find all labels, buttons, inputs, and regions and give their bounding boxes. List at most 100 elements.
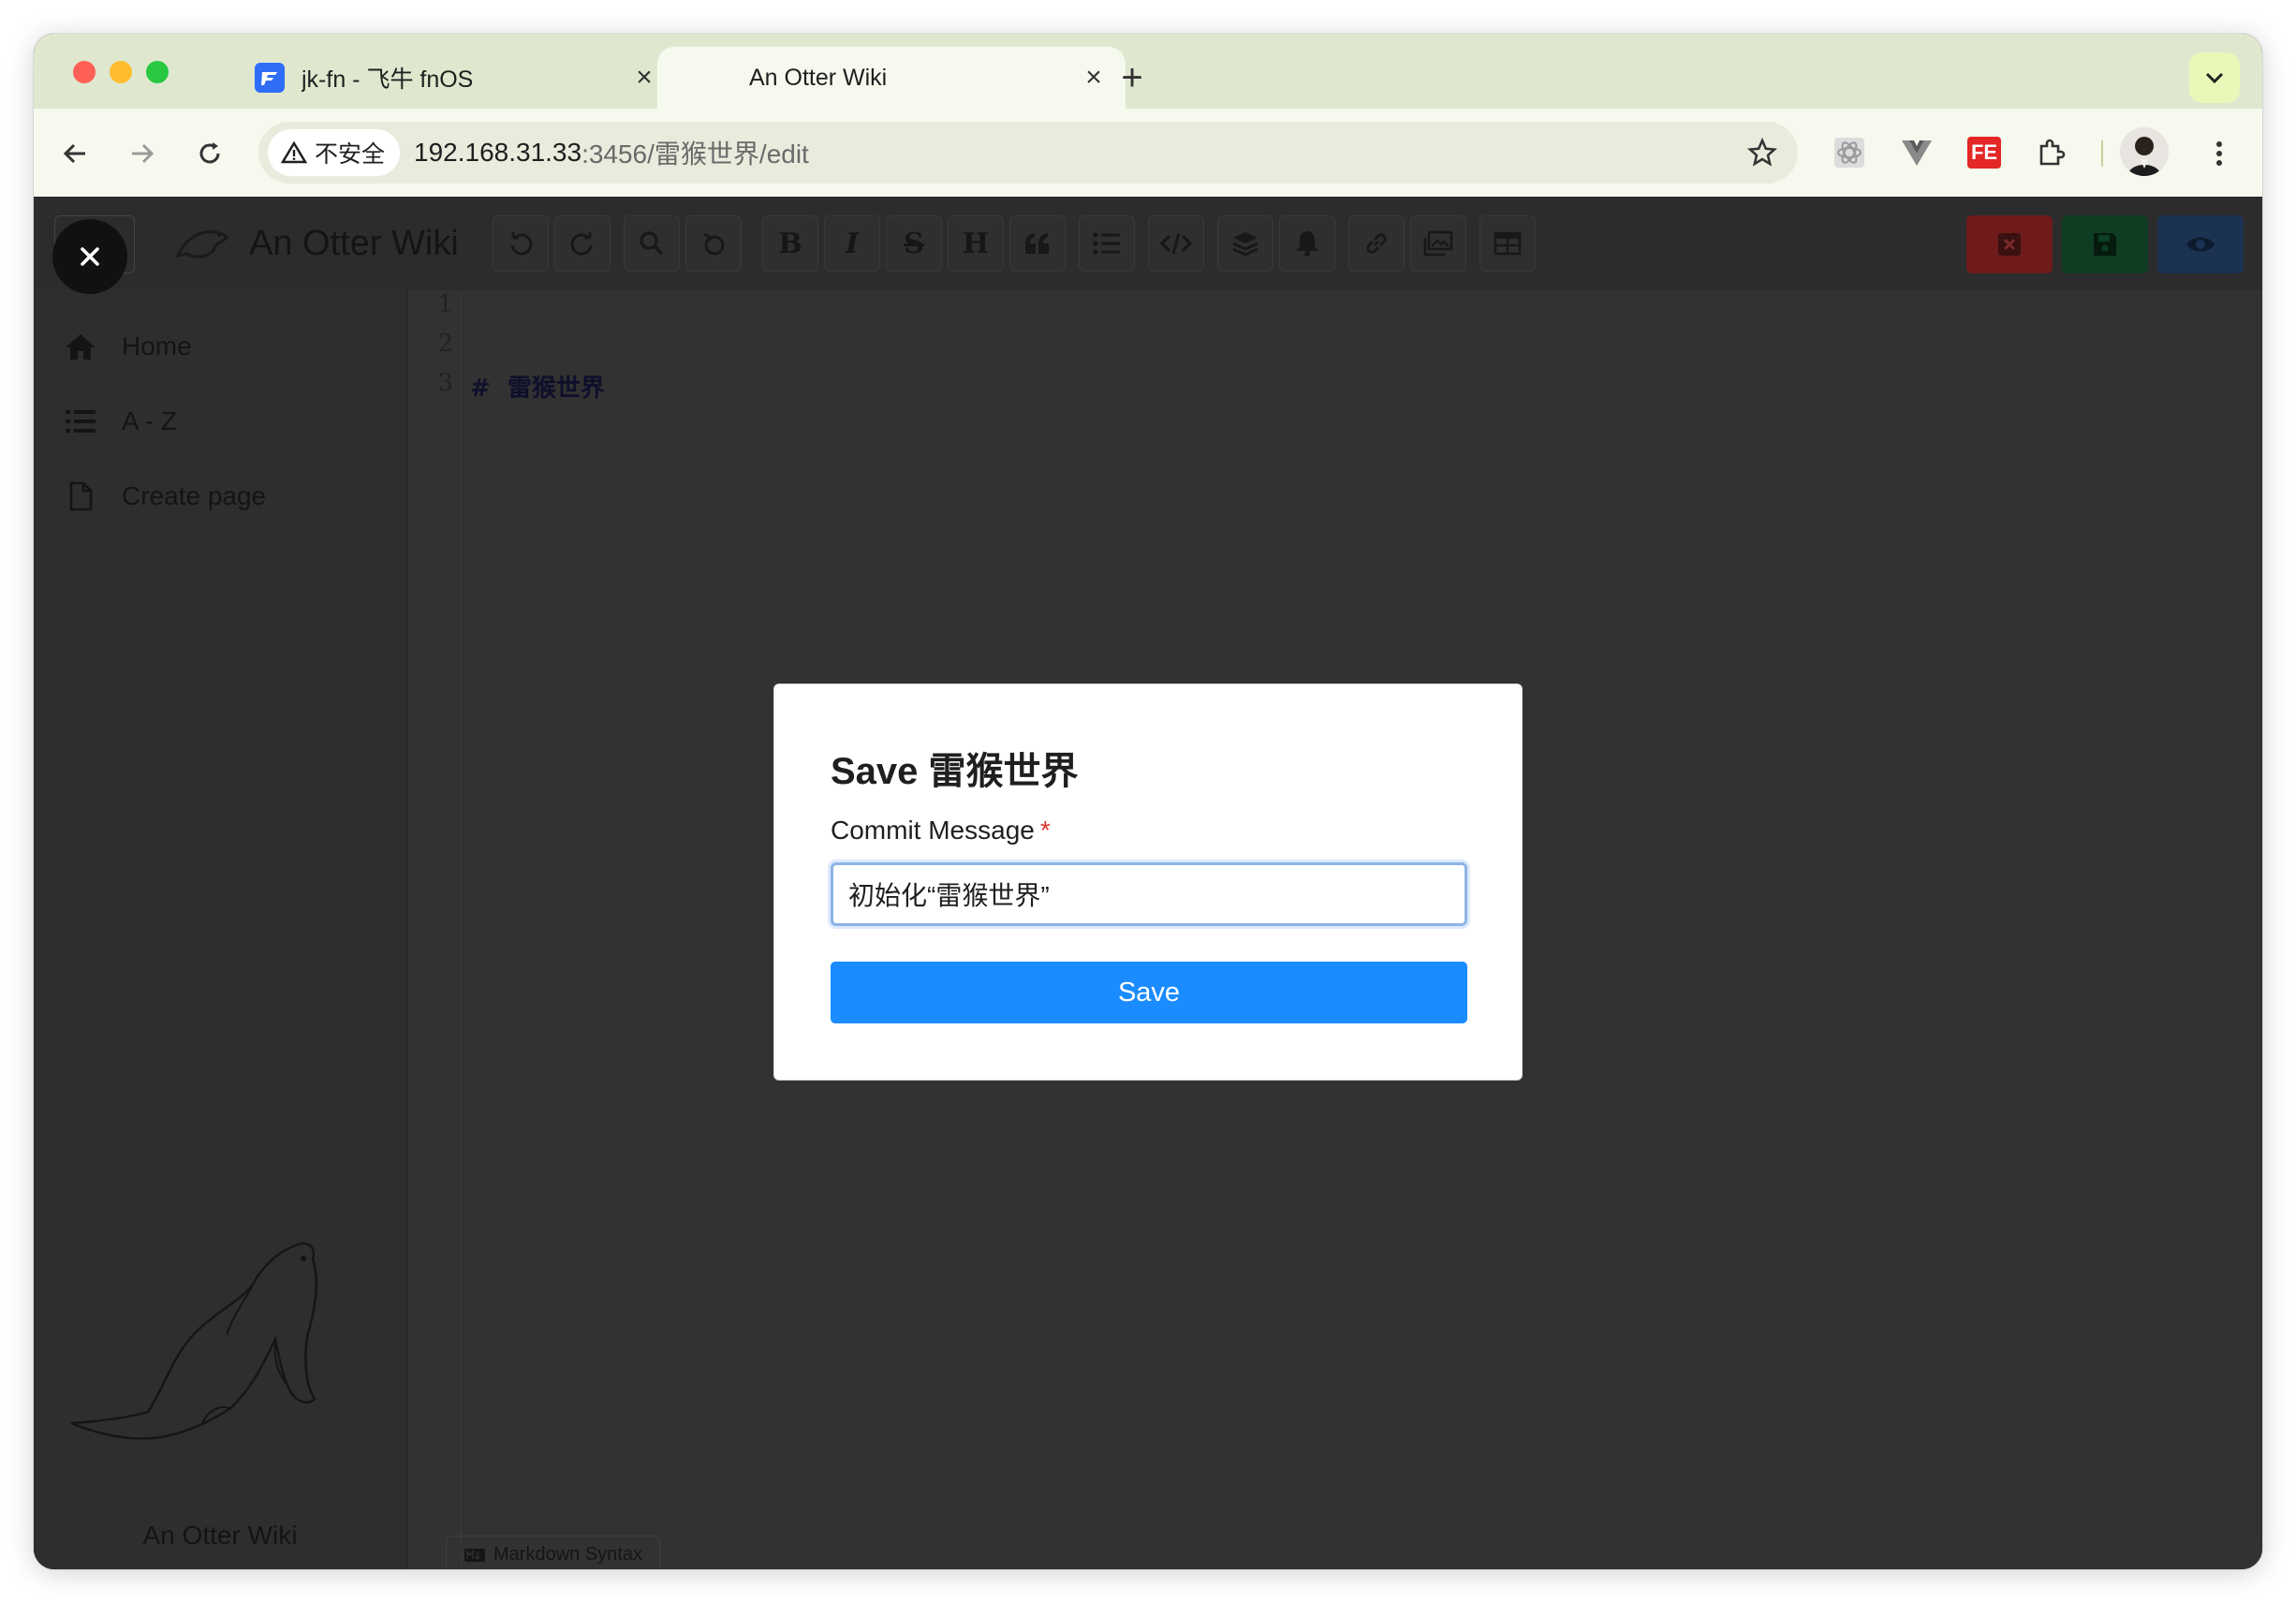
save-button[interactable]: Save [831, 962, 1467, 1023]
sidebar-item-label: A - Z [122, 406, 178, 435]
required-mark: * [1039, 816, 1051, 845]
eye-icon [2186, 237, 2215, 252]
reload-icon[interactable] [187, 131, 232, 176]
sidebar-item-home[interactable]: Home [62, 318, 192, 375]
tab-search-chevron-icon[interactable] [2189, 52, 2240, 103]
app-brand[interactable]: An Otter Wiki [174, 213, 459, 273]
table-button[interactable] [1479, 215, 1536, 272]
editor-content[interactable]: # 雷猴世界 [470, 290, 605, 723]
heading-icon: H [962, 227, 990, 260]
profile-avatar[interactable] [2120, 127, 2169, 176]
bell-icon [1296, 231, 1318, 257]
italic-button[interactable]: I [824, 215, 880, 272]
list-icon [1093, 232, 1120, 255]
commit-message-input[interactable] [831, 862, 1467, 926]
replace-button[interactable] [685, 215, 742, 272]
quote-button[interactable] [1009, 215, 1066, 272]
strikethrough-icon: S [904, 227, 924, 260]
tab-strip: jk-fn - 飞牛 fnOS × An Otter Wiki × + [34, 34, 2262, 109]
browser-menu-icon[interactable] [2197, 131, 2242, 176]
cancel-edit-button[interactable] [1966, 215, 2053, 273]
file-icon [62, 481, 99, 511]
link-icon [1366, 233, 1387, 254]
image-icon [1423, 230, 1453, 257]
sidebar-item-label: Home [122, 331, 192, 360]
dialog-title: Save 雷猴世界 [831, 751, 1079, 792]
sidebar: Home A - Z Create page An Otter Wiki [34, 290, 408, 1569]
markdown-syntax-label: Markdown Syntax [493, 1544, 642, 1565]
url-text[interactable]: 192.168.31.33:3456/雷猴世界/edit [414, 122, 809, 184]
fe-helper-icon[interactable]: FE [1961, 129, 2008, 176]
close-icon [81, 247, 99, 266]
markdown-icon [464, 1548, 485, 1562]
toolbar-divider [2101, 140, 2103, 167]
url-host: 192.168.31.33 [414, 138, 582, 167]
close-window-button[interactable] [73, 61, 96, 83]
link-button[interactable] [1348, 215, 1405, 272]
list-button[interactable] [1079, 215, 1135, 272]
save-toolbar-button[interactable] [2062, 215, 2148, 273]
undo-icon [510, 232, 533, 256]
sidebar-item-a-z[interactable]: A - Z [62, 393, 177, 449]
commit-message-label-text: Commit Message [831, 816, 1035, 845]
brand-name: An Otter Wiki [249, 223, 459, 263]
new-tab-plus-icon[interactable]: + [1109, 54, 1155, 101]
close-overlay-button[interactable] [52, 219, 127, 294]
otter-illustration-icon [70, 1242, 317, 1440]
replace-icon [703, 232, 725, 256]
layers-icon [1232, 232, 1258, 257]
line-number-gutter: 1 2 3 [408, 290, 462, 1569]
tab-title: jk-fn - 飞牛 fnOS [302, 66, 474, 93]
forward-arrow-icon[interactable] [120, 131, 165, 176]
search-button[interactable] [624, 215, 680, 272]
browser-toolbar: 不安全 192.168.31.33:3456/雷猴世界/edit FE [34, 109, 2262, 198]
extensions-puzzle-icon[interactable] [2028, 129, 2075, 176]
warning-triangle-icon [281, 140, 307, 164]
undo-button[interactable] [493, 215, 549, 272]
alert-button[interactable] [1279, 215, 1335, 272]
security-chip[interactable]: 不安全 [268, 129, 401, 176]
bold-button[interactable]: B [762, 215, 818, 272]
app-header: An Otter Wiki B I S H [34, 197, 2262, 294]
vue-devtools-icon[interactable] [1893, 129, 1940, 176]
sidebar-item-label: Create page [122, 481, 267, 510]
browser-window: jk-fn - 飞牛 fnOS × An Otter Wiki × + 不安全 [34, 34, 2262, 1569]
maximize-window-button[interactable] [146, 61, 169, 83]
address-bar[interactable]: 不安全 192.168.31.33:3456/雷猴世界/edit [258, 122, 1798, 184]
image-button[interactable] [1410, 215, 1466, 272]
sidebar-item-create-page[interactable]: Create page [62, 468, 266, 524]
home-icon [62, 332, 99, 360]
markdown-syntax-link[interactable]: Markdown Syntax [446, 1536, 660, 1569]
floppy-disk-icon [2094, 233, 2116, 256]
cancel-x-icon [1998, 233, 2021, 256]
strikethrough-button[interactable]: S [886, 215, 942, 272]
table-icon [1494, 231, 1522, 256]
heading-button[interactable]: H [948, 215, 1004, 272]
layers-button[interactable] [1217, 215, 1273, 272]
close-tab-icon[interactable]: × [1075, 59, 1112, 96]
otter-logo-icon [175, 230, 229, 258]
list-icon [62, 408, 99, 434]
commit-message-label: Commit Message * [831, 816, 1051, 846]
code-icon [1160, 232, 1192, 255]
tab-otter-wiki[interactable]: An Otter Wiki × [657, 47, 1126, 109]
italic-icon: I [845, 227, 860, 260]
code-button[interactable] [1148, 215, 1204, 272]
security-label: 不安全 [315, 141, 386, 168]
sidebar-footer: An Otter Wiki [142, 1521, 298, 1550]
redo-icon [570, 232, 593, 256]
tab-fnos[interactable]: jk-fn - 飞牛 fnOS × [217, 47, 676, 109]
fnos-favicon-icon [255, 63, 285, 93]
back-arrow-icon[interactable] [52, 131, 97, 176]
react-devtools-icon[interactable] [1826, 129, 1873, 176]
line-number: 3 [437, 369, 453, 397]
minimize-window-button[interactable] [110, 61, 132, 83]
save-dialog: Save 雷猴世界 Commit Message* Save [773, 684, 1523, 1081]
preview-button[interactable] [2157, 215, 2244, 273]
redo-button[interactable] [554, 215, 611, 272]
line-number: 2 [437, 330, 453, 358]
quote-icon [1025, 233, 1049, 254]
bookmark-star-icon[interactable] [1740, 130, 1785, 175]
